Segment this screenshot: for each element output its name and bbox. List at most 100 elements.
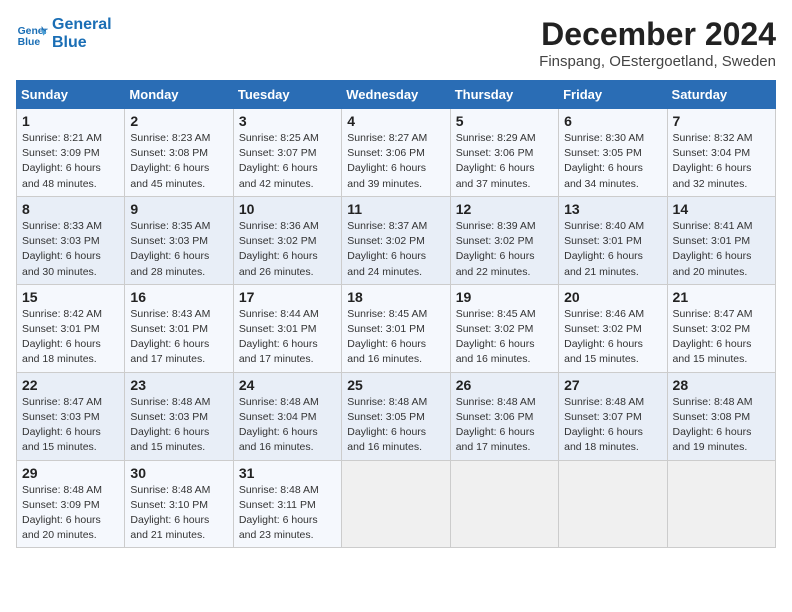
calendar-week-row: 29 Sunrise: 8:48 AMSunset: 3:09 PMDaylig… bbox=[17, 460, 776, 548]
calendar-subtitle: Finspang, OEstergoetland, Sweden bbox=[539, 53, 776, 70]
day-info: Sunrise: 8:48 AMSunset: 3:04 PMDaylight:… bbox=[239, 395, 336, 456]
calendar-cell: 21 Sunrise: 8:47 AMSunset: 3:02 PMDaylig… bbox=[667, 284, 775, 372]
calendar-cell: 31 Sunrise: 8:48 AMSunset: 3:11 PMDaylig… bbox=[233, 460, 341, 548]
day-number: 7 bbox=[673, 113, 770, 129]
day-info: Sunrise: 8:48 AMSunset: 3:06 PMDaylight:… bbox=[456, 395, 553, 456]
calendar-cell bbox=[342, 460, 450, 548]
day-number: 29 bbox=[22, 465, 119, 481]
day-number: 3 bbox=[239, 113, 336, 129]
calendar-cell: 17 Sunrise: 8:44 AMSunset: 3:01 PMDaylig… bbox=[233, 284, 341, 372]
day-number: 1 bbox=[22, 113, 119, 129]
day-info: Sunrise: 8:48 AMSunset: 3:08 PMDaylight:… bbox=[673, 395, 770, 456]
calendar-cell: 25 Sunrise: 8:48 AMSunset: 3:05 PMDaylig… bbox=[342, 372, 450, 460]
calendar-cell: 10 Sunrise: 8:36 AMSunset: 3:02 PMDaylig… bbox=[233, 196, 341, 284]
calendar-cell: 23 Sunrise: 8:48 AMSunset: 3:03 PMDaylig… bbox=[125, 372, 233, 460]
day-number: 6 bbox=[564, 113, 661, 129]
logo-line1: General bbox=[52, 16, 112, 34]
calendar-cell: 5 Sunrise: 8:29 AMSunset: 3:06 PMDayligh… bbox=[450, 109, 558, 197]
day-number: 18 bbox=[347, 289, 444, 305]
page-header: General Blue General Blue December 2024 … bbox=[16, 16, 776, 70]
day-number: 21 bbox=[673, 289, 770, 305]
day-info: Sunrise: 8:32 AMSunset: 3:04 PMDaylight:… bbox=[673, 131, 770, 192]
day-number: 2 bbox=[130, 113, 227, 129]
calendar-cell: 18 Sunrise: 8:45 AMSunset: 3:01 PMDaylig… bbox=[342, 284, 450, 372]
calendar-header-row: SundayMondayTuesdayWednesdayThursdayFrid… bbox=[17, 81, 776, 109]
day-number: 17 bbox=[239, 289, 336, 305]
calendar-table: SundayMondayTuesdayWednesdayThursdayFrid… bbox=[16, 80, 776, 548]
calendar-week-row: 1 Sunrise: 8:21 AMSunset: 3:09 PMDayligh… bbox=[17, 109, 776, 197]
calendar-cell: 3 Sunrise: 8:25 AMSunset: 3:07 PMDayligh… bbox=[233, 109, 341, 197]
calendar-cell: 7 Sunrise: 8:32 AMSunset: 3:04 PMDayligh… bbox=[667, 109, 775, 197]
day-number: 24 bbox=[239, 377, 336, 393]
day-info: Sunrise: 8:45 AMSunset: 3:01 PMDaylight:… bbox=[347, 307, 444, 368]
day-header-friday: Friday bbox=[559, 81, 667, 109]
day-info: Sunrise: 8:25 AMSunset: 3:07 PMDaylight:… bbox=[239, 131, 336, 192]
day-info: Sunrise: 8:48 AMSunset: 3:11 PMDaylight:… bbox=[239, 483, 336, 544]
logo-icon: General Blue bbox=[16, 18, 48, 50]
day-header-sunday: Sunday bbox=[17, 81, 125, 109]
calendar-week-row: 8 Sunrise: 8:33 AMSunset: 3:03 PMDayligh… bbox=[17, 196, 776, 284]
day-number: 20 bbox=[564, 289, 661, 305]
day-number: 12 bbox=[456, 201, 553, 217]
day-info: Sunrise: 8:33 AMSunset: 3:03 PMDaylight:… bbox=[22, 219, 119, 280]
calendar-cell: 2 Sunrise: 8:23 AMSunset: 3:08 PMDayligh… bbox=[125, 109, 233, 197]
day-info: Sunrise: 8:39 AMSunset: 3:02 PMDaylight:… bbox=[456, 219, 553, 280]
title-block: December 2024 Finspang, OEstergoetland, … bbox=[539, 16, 776, 70]
day-number: 4 bbox=[347, 113, 444, 129]
day-number: 19 bbox=[456, 289, 553, 305]
day-number: 27 bbox=[564, 377, 661, 393]
calendar-body: 1 Sunrise: 8:21 AMSunset: 3:09 PMDayligh… bbox=[17, 109, 776, 548]
calendar-cell: 20 Sunrise: 8:46 AMSunset: 3:02 PMDaylig… bbox=[559, 284, 667, 372]
day-header-wednesday: Wednesday bbox=[342, 81, 450, 109]
calendar-cell: 26 Sunrise: 8:48 AMSunset: 3:06 PMDaylig… bbox=[450, 372, 558, 460]
day-info: Sunrise: 8:48 AMSunset: 3:05 PMDaylight:… bbox=[347, 395, 444, 456]
calendar-title: December 2024 bbox=[539, 16, 776, 53]
day-number: 30 bbox=[130, 465, 227, 481]
day-info: Sunrise: 8:41 AMSunset: 3:01 PMDaylight:… bbox=[673, 219, 770, 280]
day-info: Sunrise: 8:29 AMSunset: 3:06 PMDaylight:… bbox=[456, 131, 553, 192]
calendar-cell: 12 Sunrise: 8:39 AMSunset: 3:02 PMDaylig… bbox=[450, 196, 558, 284]
day-info: Sunrise: 8:47 AMSunset: 3:02 PMDaylight:… bbox=[673, 307, 770, 368]
day-info: Sunrise: 8:21 AMSunset: 3:09 PMDaylight:… bbox=[22, 131, 119, 192]
calendar-cell: 22 Sunrise: 8:47 AMSunset: 3:03 PMDaylig… bbox=[17, 372, 125, 460]
calendar-cell bbox=[559, 460, 667, 548]
day-info: Sunrise: 8:42 AMSunset: 3:01 PMDaylight:… bbox=[22, 307, 119, 368]
calendar-cell: 27 Sunrise: 8:48 AMSunset: 3:07 PMDaylig… bbox=[559, 372, 667, 460]
day-info: Sunrise: 8:48 AMSunset: 3:03 PMDaylight:… bbox=[130, 395, 227, 456]
calendar-cell: 16 Sunrise: 8:43 AMSunset: 3:01 PMDaylig… bbox=[125, 284, 233, 372]
calendar-cell bbox=[667, 460, 775, 548]
day-number: 31 bbox=[239, 465, 336, 481]
calendar-cell: 4 Sunrise: 8:27 AMSunset: 3:06 PMDayligh… bbox=[342, 109, 450, 197]
day-number: 23 bbox=[130, 377, 227, 393]
day-info: Sunrise: 8:23 AMSunset: 3:08 PMDaylight:… bbox=[130, 131, 227, 192]
calendar-week-row: 22 Sunrise: 8:47 AMSunset: 3:03 PMDaylig… bbox=[17, 372, 776, 460]
day-number: 11 bbox=[347, 201, 444, 217]
calendar-cell bbox=[450, 460, 558, 548]
day-info: Sunrise: 8:48 AMSunset: 3:10 PMDaylight:… bbox=[130, 483, 227, 544]
day-info: Sunrise: 8:36 AMSunset: 3:02 PMDaylight:… bbox=[239, 219, 336, 280]
day-number: 26 bbox=[456, 377, 553, 393]
day-info: Sunrise: 8:30 AMSunset: 3:05 PMDaylight:… bbox=[564, 131, 661, 192]
day-info: Sunrise: 8:46 AMSunset: 3:02 PMDaylight:… bbox=[564, 307, 661, 368]
day-number: 13 bbox=[564, 201, 661, 217]
calendar-week-row: 15 Sunrise: 8:42 AMSunset: 3:01 PMDaylig… bbox=[17, 284, 776, 372]
day-info: Sunrise: 8:37 AMSunset: 3:02 PMDaylight:… bbox=[347, 219, 444, 280]
calendar-cell: 8 Sunrise: 8:33 AMSunset: 3:03 PMDayligh… bbox=[17, 196, 125, 284]
calendar-cell: 9 Sunrise: 8:35 AMSunset: 3:03 PMDayligh… bbox=[125, 196, 233, 284]
day-info: Sunrise: 8:48 AMSunset: 3:09 PMDaylight:… bbox=[22, 483, 119, 544]
day-number: 10 bbox=[239, 201, 336, 217]
logo: General Blue General Blue bbox=[16, 16, 112, 51]
calendar-cell: 1 Sunrise: 8:21 AMSunset: 3:09 PMDayligh… bbox=[17, 109, 125, 197]
calendar-cell: 30 Sunrise: 8:48 AMSunset: 3:10 PMDaylig… bbox=[125, 460, 233, 548]
day-number: 16 bbox=[130, 289, 227, 305]
day-header-tuesday: Tuesday bbox=[233, 81, 341, 109]
day-header-saturday: Saturday bbox=[667, 81, 775, 109]
day-number: 25 bbox=[347, 377, 444, 393]
day-info: Sunrise: 8:48 AMSunset: 3:07 PMDaylight:… bbox=[564, 395, 661, 456]
day-info: Sunrise: 8:40 AMSunset: 3:01 PMDaylight:… bbox=[564, 219, 661, 280]
calendar-cell: 13 Sunrise: 8:40 AMSunset: 3:01 PMDaylig… bbox=[559, 196, 667, 284]
calendar-cell: 29 Sunrise: 8:48 AMSunset: 3:09 PMDaylig… bbox=[17, 460, 125, 548]
svg-text:Blue: Blue bbox=[18, 37, 41, 48]
day-number: 5 bbox=[456, 113, 553, 129]
day-number: 22 bbox=[22, 377, 119, 393]
